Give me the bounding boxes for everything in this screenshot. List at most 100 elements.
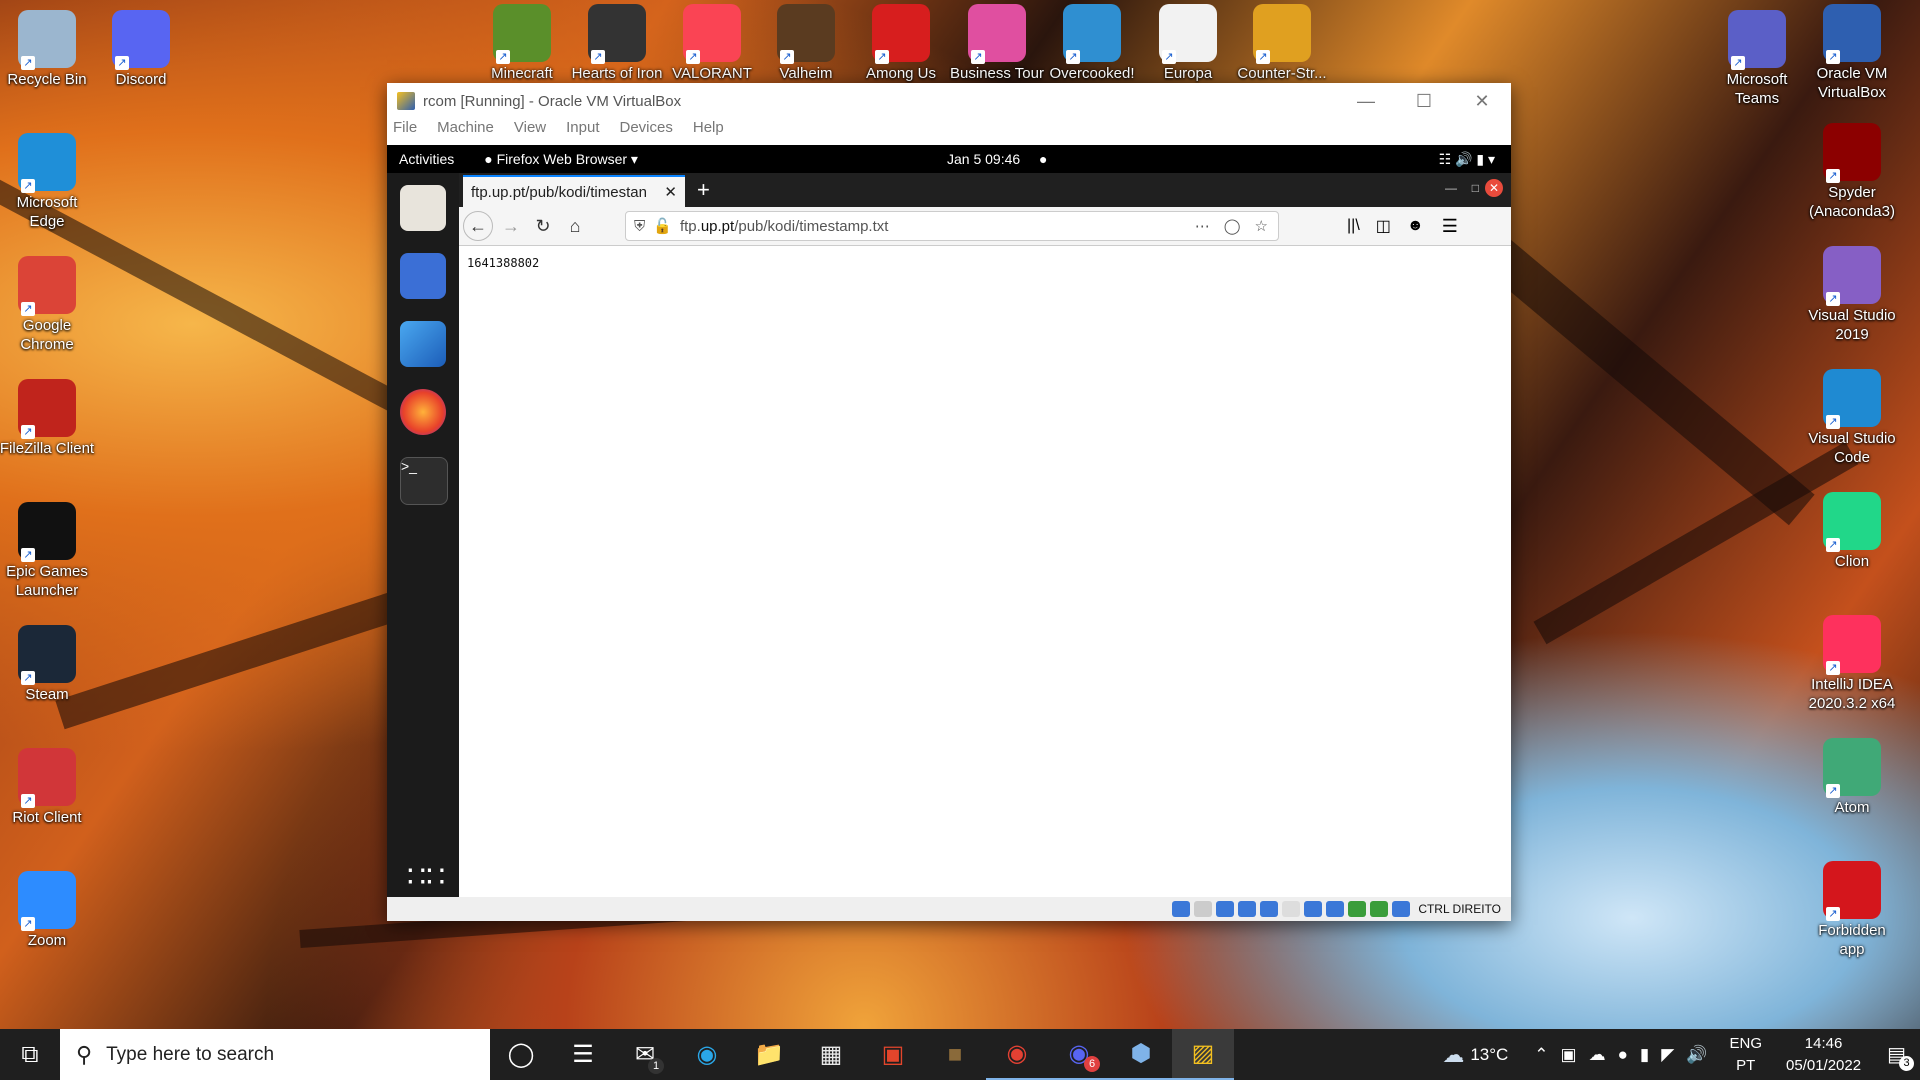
files-icon[interactable] (400, 185, 446, 231)
audio-icon[interactable] (1216, 901, 1235, 917)
menu-input[interactable]: Input (566, 119, 599, 141)
show-apps-icon[interactable]: ∷∷ (407, 863, 445, 893)
sidebar-icon[interactable]: ◫ (1376, 216, 1391, 236)
desktop-shortcut[interactable]: ↗ Hearts of Iron (569, 4, 665, 84)
cpu-icon[interactable] (1348, 901, 1367, 917)
vm-screen[interactable]: Activities ● Firefox Web Browser ▾ Jan 5… (387, 145, 1511, 897)
chrome-taskbar-icon[interactable]: ◉ (986, 1029, 1048, 1080)
hamburger-menu-icon[interactable]: ☰ (1442, 216, 1458, 237)
bookmark-star-icon[interactable]: ☆ (1255, 217, 1268, 235)
desktop-shortcut[interactable]: ↗ IntelliJ IDEA 2020.3.2 x64 (1804, 615, 1900, 713)
desktop-shortcut[interactable]: ↗ Spyder (Anaconda3) (1804, 123, 1900, 221)
search-box[interactable]: ⚲ Type here to search (60, 1029, 490, 1080)
vm-taskbar-icon[interactable]: ▨ (1172, 1029, 1234, 1080)
desktop-shortcut[interactable]: ↗ Atom (1804, 738, 1900, 817)
desktop-shortcut[interactable]: ↗ Google Chrome (0, 256, 95, 354)
gnome-clock[interactable]: Jan 5 09:46 (947, 151, 1020, 167)
menu-file[interactable]: File (393, 119, 417, 141)
account-icon[interactable]: ☻ (1407, 217, 1424, 235)
edge-taskbar-icon[interactable]: ◉ (676, 1029, 738, 1080)
meet-now-icon[interactable]: ▣ (1561, 1045, 1577, 1065)
menu-devices[interactable]: Devices (620, 119, 673, 141)
desktop-shortcut[interactable]: ↗ Overcooked! (1044, 4, 1140, 84)
insecure-lock-icon[interactable]: 🔓 (653, 217, 672, 235)
reload-button[interactable]: ↻ (529, 212, 557, 240)
desktop-shortcut[interactable]: ↗ VALORANT (664, 4, 760, 84)
desktop-shortcut[interactable]: ↗ Steam (0, 625, 95, 704)
forward-button[interactable]: → (497, 212, 525, 240)
desktop-shortcut[interactable]: ↗ Visual Studio 2019 (1804, 246, 1900, 344)
desktop-shortcut[interactable]: ↗ FileZilla Client (0, 379, 95, 458)
desktop-shortcut[interactable]: ↗ Clion (1804, 492, 1900, 571)
library-icon[interactable]: ||\ (1347, 217, 1360, 235)
optical-drive-icon[interactable] (1194, 901, 1213, 917)
notification-center-icon[interactable]: ▤ 3 (1887, 1042, 1914, 1071)
pocket-icon[interactable]: ◯ (1224, 217, 1241, 235)
taskbar-clock[interactable]: 14:46 05/01/2022 (1786, 1033, 1861, 1077)
tab-close-icon[interactable]: ✕ (664, 183, 677, 201)
onedrive-icon[interactable]: ☁ (1589, 1045, 1606, 1065)
store-icon[interactable]: ▦ (800, 1029, 862, 1080)
activities-button[interactable]: Activities (399, 151, 454, 167)
cortana-icon[interactable]: ◯ (490, 1029, 552, 1080)
volume-tray-icon[interactable]: 🔊 (1686, 1045, 1707, 1065)
app-menu[interactable]: ● Firefox Web Browser ▾ (484, 151, 638, 168)
virtualbox-window[interactable]: rcom [Running] - Oracle VM VirtualBox — … (387, 83, 1511, 921)
discord-taskbar-icon[interactable]: ◉ 6 (1048, 1029, 1110, 1080)
network-adapter-icon[interactable] (1238, 901, 1257, 917)
desktop-shortcut[interactable]: ↗ Valheim (758, 4, 854, 84)
firefox-icon[interactable] (400, 389, 446, 435)
terminal-icon[interactable]: >_ (400, 457, 448, 505)
minecraft-taskbar-icon[interactable]: ■ (924, 1029, 986, 1080)
display-icon[interactable] (1304, 901, 1323, 917)
task-view-icon[interactable]: ☰ (552, 1029, 614, 1080)
back-button[interactable]: ← (463, 211, 493, 241)
desktop-shortcut[interactable]: ↗ Europa (1140, 4, 1236, 84)
desktop-shortcut[interactable]: ↗ Discord (93, 10, 189, 89)
hdd-icon[interactable] (1172, 901, 1191, 917)
recording-icon[interactable] (1326, 901, 1345, 917)
browser-restore-button[interactable]: □ (1472, 181, 1479, 195)
file-explorer-icon[interactable]: 📁 (738, 1029, 800, 1080)
screenshot-icon[interactable] (400, 253, 446, 299)
desktop-shortcut[interactable]: ↗ Forbidden app (1804, 861, 1900, 959)
page-actions-icon[interactable]: ⋯ (1195, 217, 1210, 235)
menu-machine[interactable]: Machine (437, 119, 494, 141)
maximize-button[interactable]: ☐ (1395, 91, 1453, 112)
desktop-shortcut[interactable]: ↗ Minecraft (474, 4, 570, 84)
menu-help[interactable]: Help (693, 119, 724, 141)
wifi-icon[interactable]: ◤ (1661, 1045, 1674, 1065)
office-icon[interactable]: ▣ (862, 1029, 924, 1080)
browser-tab[interactable]: ftp.up.pt/pub/kodi/timestan ✕ (463, 175, 685, 207)
browser-close-button[interactable]: ✕ (1485, 179, 1503, 197)
browser-minimize-button[interactable]: — (1445, 181, 1457, 195)
menu-view[interactable]: View (514, 119, 546, 141)
minimize-button[interactable]: — (1337, 91, 1395, 112)
desktop-shortcut[interactable]: ↗ Oracle VM VirtualBox (1804, 4, 1900, 102)
keyboard-capture-icon[interactable] (1392, 901, 1411, 917)
desktop-shortcut[interactable]: ↗ Zoom (0, 871, 95, 950)
usb-icon[interactable] (1260, 901, 1279, 917)
microphone-icon[interactable]: ● (1618, 1045, 1628, 1065)
desktop-shortcut[interactable]: ↗ Among Us (853, 4, 949, 84)
system-menu[interactable]: ☷ 🔊 ▮ ▾ (1439, 151, 1495, 168)
desktop-shortcut[interactable]: ↗ Counter-Str... (1234, 4, 1330, 84)
mouse-integration-icon[interactable] (1370, 901, 1389, 917)
vbox-titlebar[interactable]: rcom [Running] - Oracle VM VirtualBox — … (387, 83, 1511, 119)
close-button[interactable]: ✕ (1453, 91, 1511, 112)
mail-icon[interactable]: ✉ 1 (614, 1029, 676, 1080)
desktop-shortcut[interactable]: ↗ Riot Client (0, 748, 95, 827)
wireshark-icon[interactable] (400, 321, 446, 367)
language-indicator[interactable]: ENG PT (1730, 1033, 1763, 1077)
desktop-shortcut[interactable]: ↗ Recycle Bin (0, 10, 95, 89)
shield-icon[interactable]: ⛨ (634, 218, 645, 235)
url-bar[interactable]: ⛨ 🔓 ftp. up.pt/pub/kodi/timestamp.txt ⋯ ◯… (625, 211, 1279, 241)
battery-tray-icon[interactable]: ▮ (1640, 1045, 1649, 1065)
virtualbox-taskbar-icon[interactable]: ⬢ (1110, 1029, 1172, 1080)
weather-cloud-icon[interactable]: ☁ (1442, 1042, 1464, 1068)
show-hidden-icons-icon[interactable]: ⌃ (1534, 1045, 1548, 1065)
desktop-shortcut[interactable]: ↗ Microsoft Teams (1709, 10, 1805, 108)
desktop-shortcut[interactable]: ↗ Visual Studio Code (1804, 369, 1900, 467)
shared-folders-icon[interactable] (1282, 901, 1301, 917)
desktop-shortcut[interactable]: ↗ Microsoft Edge (0, 133, 95, 231)
